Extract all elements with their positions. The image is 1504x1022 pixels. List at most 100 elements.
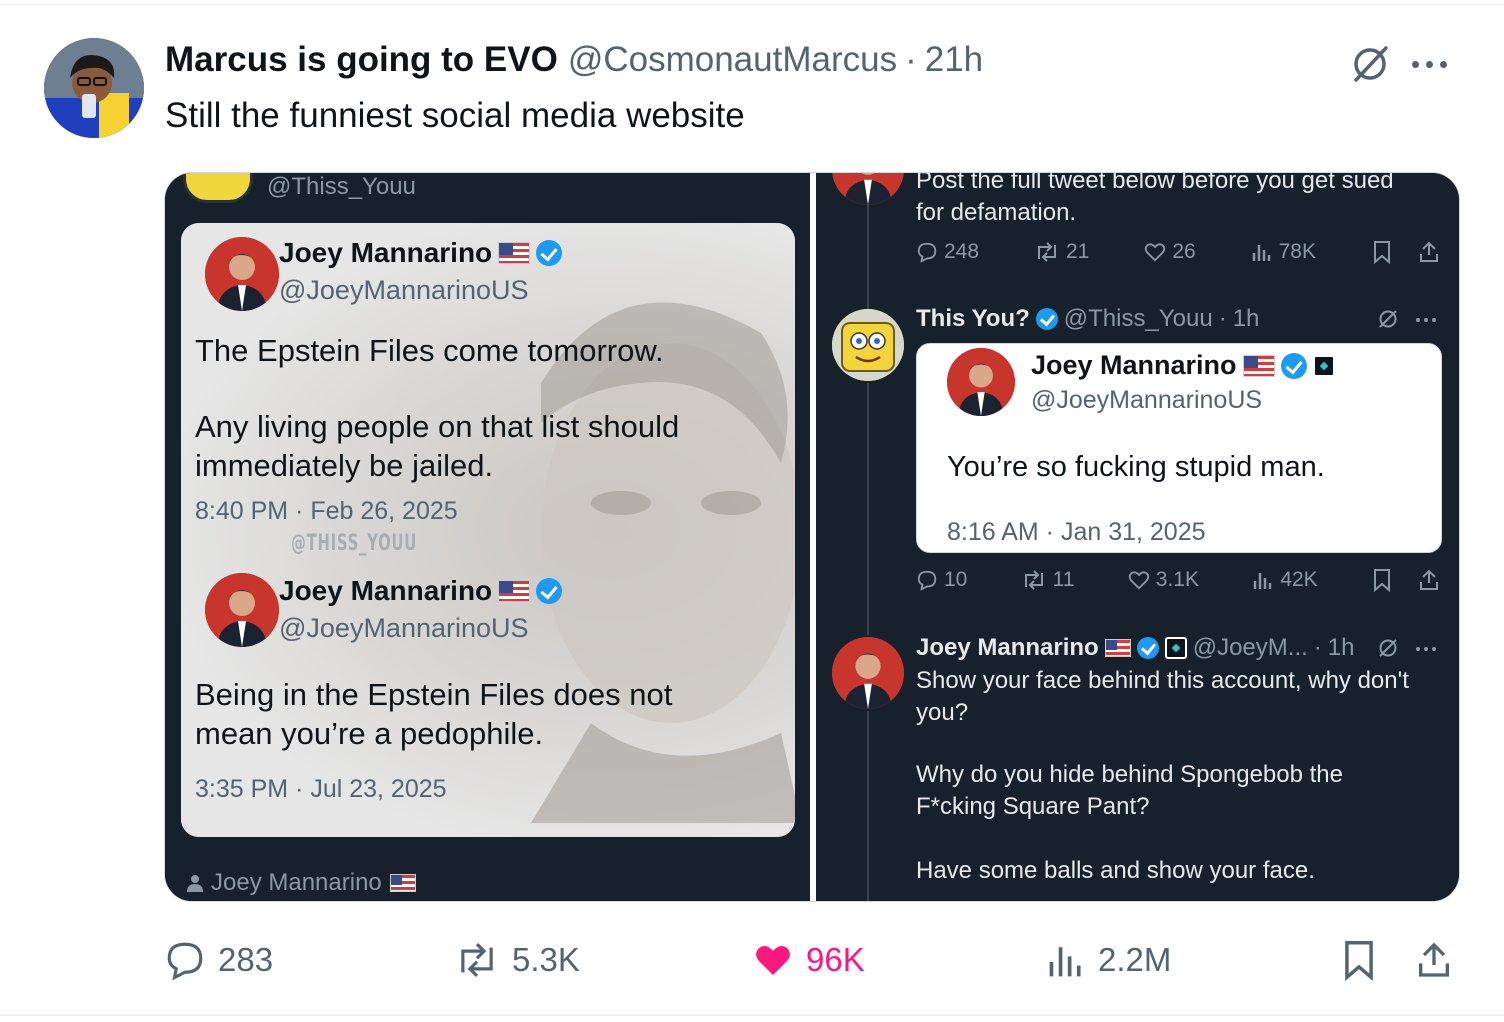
flag-icon bbox=[1242, 354, 1275, 377]
reply2-line3: Have some balls and show your face. bbox=[916, 857, 1315, 884]
quote1-name: Joey Mannarino bbox=[279, 237, 563, 269]
reply-count: 283 bbox=[218, 941, 274, 978]
bookmark-button[interactable] bbox=[1340, 930, 1378, 990]
org-badge-icon bbox=[1164, 637, 1187, 659]
joey-avatar bbox=[205, 237, 279, 311]
grok-icon bbox=[1379, 310, 1397, 328]
reply-name: This You? bbox=[916, 305, 1030, 332]
views-icon bbox=[1252, 245, 1270, 261]
quote1-text2: Any living people on that list should im… bbox=[195, 409, 680, 483]
share-icon bbox=[1419, 942, 1449, 977]
org-badge-icon bbox=[1312, 354, 1335, 377]
reply2-time: 1h bbox=[1327, 634, 1355, 661]
views-icon bbox=[1254, 573, 1272, 589]
quote1-text1: The Epstein Files come tomorrow. bbox=[195, 333, 664, 368]
more-icon[interactable] bbox=[1412, 50, 1460, 78]
joey-avatar bbox=[205, 573, 279, 647]
joey-avatar bbox=[947, 348, 1015, 416]
post-card[interactable]: Marcus is going to EVO @CosmonautMarcus … bbox=[0, 0, 1504, 1022]
watermark: @THISS_YOUU bbox=[291, 531, 418, 556]
reply2-name: Joey Mannarino bbox=[916, 634, 1099, 661]
share-button[interactable] bbox=[1414, 930, 1454, 990]
repost-button[interactable]: 5.3K bbox=[454, 930, 580, 990]
repost-icon bbox=[1038, 242, 1056, 262]
joey-avatar bbox=[832, 173, 904, 205]
separator: · bbox=[1218, 305, 1227, 332]
post-media[interactable]: @Thiss_Youu Joey Mannarino @JoeyMannarin… bbox=[164, 172, 1460, 902]
reply2-header: Joey Mannarino @JoeyM... · 1h bbox=[916, 634, 1354, 662]
post-text: Still the funniest social media website bbox=[165, 96, 745, 135]
views-count: 2.2M bbox=[1098, 941, 1172, 978]
bookmark-icon bbox=[1345, 941, 1373, 981]
top-reply-text: Post the full tweet below before you get… bbox=[916, 173, 1394, 226]
separator: · bbox=[905, 40, 917, 79]
reply2-handle: @JoeyM... bbox=[1192, 634, 1308, 661]
share-icon bbox=[1420, 569, 1438, 590]
spongebob-avatar bbox=[832, 309, 904, 381]
heart-icon bbox=[756, 946, 790, 975]
quote2-name-text: Joey Mannarino bbox=[279, 575, 493, 606]
like-count: 96K bbox=[806, 941, 865, 978]
quote1-name-text: Joey Mannarino bbox=[279, 237, 493, 268]
views-count: 42K bbox=[1280, 568, 1318, 591]
post-time[interactable]: 21h bbox=[925, 40, 983, 80]
quote2-handle: @JoeyMannarinoUS bbox=[279, 613, 529, 643]
quote2-text: Being in the Epstein Files does not mean… bbox=[195, 677, 673, 751]
heart-icon bbox=[1145, 243, 1166, 262]
r-quote-name-text: Joey Mannarino bbox=[1031, 350, 1237, 380]
r-quote-text: You’re so fucking stupid man. bbox=[947, 451, 1325, 483]
reply2-line1: Show your face behind this account, why … bbox=[916, 667, 1409, 726]
more-icon bbox=[1416, 647, 1436, 651]
person-icon bbox=[187, 875, 203, 892]
tagged-person: Joey Mannarino bbox=[187, 869, 416, 897]
r-quote-date: 8:16 AM · Jan 31, 2025 bbox=[947, 518, 1206, 546]
top-reply-actions: 248 21 26 78K bbox=[916, 237, 1441, 267]
divider bbox=[0, 1014, 1504, 1016]
like-button[interactable]: 96K bbox=[752, 930, 865, 990]
thread-line bbox=[867, 711, 869, 901]
verified-icon bbox=[536, 240, 563, 266]
quoted-screenshot: Joey Mannarino @JoeyMannarinoUS The Epst… bbox=[181, 223, 795, 837]
reply-button[interactable]: 283 bbox=[164, 930, 273, 990]
r-quote-handle: @JoeyMannarinoUS bbox=[1031, 386, 1263, 414]
flag-icon bbox=[498, 580, 531, 602]
reply-icon bbox=[167, 942, 203, 981]
verified-icon bbox=[1136, 637, 1159, 659]
reply-count: 10 bbox=[944, 568, 968, 591]
author-name[interactable]: Marcus is going to EVO bbox=[165, 40, 558, 80]
quote2-date: 3:35 PM · Jul 23, 2025 bbox=[195, 775, 447, 803]
flag-icon bbox=[1104, 639, 1131, 657]
quote1-handle: @JoeyMannarinoUS bbox=[279, 275, 529, 305]
grok-icon[interactable] bbox=[1348, 42, 1392, 86]
reply-actions: 10 11 3.1K 42K bbox=[916, 565, 1441, 595]
joey-avatar bbox=[832, 637, 904, 709]
quote2-name: Joey Mannarino bbox=[279, 575, 563, 607]
author-handle[interactable]: @CosmonautMarcus bbox=[568, 40, 897, 80]
like-count: 3.1K bbox=[1155, 568, 1199, 591]
thread-line bbox=[867, 383, 869, 635]
verified-icon bbox=[1280, 352, 1307, 379]
reply-header: This You? @Thiss_Youu · 1h bbox=[916, 305, 1259, 333]
reply-handle: @Thiss_Youu bbox=[1063, 305, 1213, 332]
media-left-pane: @Thiss_Youu Joey Mannarino @JoeyMannarin… bbox=[165, 173, 810, 901]
flag-icon bbox=[389, 874, 416, 892]
divider bbox=[0, 4, 1504, 5]
repost-count: 5.3K bbox=[512, 941, 580, 978]
tagged-person-name: Joey Mannarino bbox=[211, 869, 382, 896]
reply-count: 248 bbox=[944, 240, 980, 263]
grok-icon bbox=[1379, 639, 1397, 657]
heart-icon bbox=[1128, 571, 1149, 590]
bookmark-icon bbox=[1373, 241, 1390, 264]
views-icon bbox=[1049, 947, 1081, 977]
reply-icon bbox=[917, 570, 937, 591]
reply-time: 1h bbox=[1232, 305, 1260, 332]
author-avatar[interactable] bbox=[44, 38, 144, 138]
post-actions: 283 5.3K 96K 2.2M bbox=[164, 930, 1460, 990]
views-count: 78K bbox=[1278, 240, 1316, 263]
reply2-line2: Why do you hide behind Spongebob the F*c… bbox=[916, 761, 1343, 820]
views-button[interactable]: 2.2M bbox=[1046, 930, 1171, 990]
repost-count: 11 bbox=[1052, 568, 1075, 591]
thissyouu-handle: @Thiss_Youu bbox=[267, 173, 416, 200]
separator: · bbox=[1313, 634, 1322, 661]
bookmark-icon bbox=[1374, 569, 1390, 592]
